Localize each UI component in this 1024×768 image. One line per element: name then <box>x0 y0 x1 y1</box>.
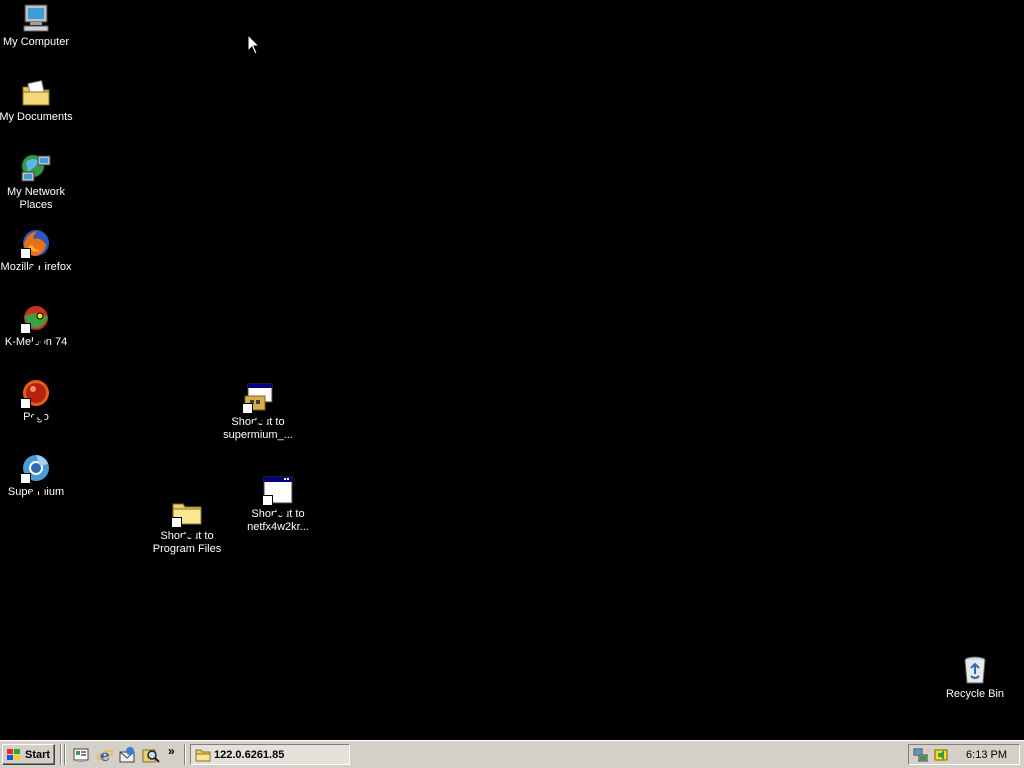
start-button[interactable]: Start <box>2 744 55 765</box>
shortcut-arrow-icon <box>242 403 267 431</box>
taskbar-window-label: 122.0.6261.85 <box>214 748 285 761</box>
desktop-icon-supermium[interactable]: Supermium <box>0 452 74 501</box>
taskbar-separator <box>60 744 62 765</box>
network-places-icon <box>20 152 52 184</box>
desktop-icon-k-meleon[interactable]: K-Meleon 74 <box>0 302 74 351</box>
taskbar-window-button[interactable]: 122.0.6261.85 <box>190 744 350 765</box>
shortcut-arrow-icon <box>262 495 287 523</box>
shortcut-arrow-icon <box>20 248 45 276</box>
my-computer-icon <box>20 2 52 34</box>
desktop-icon-shortcut-program-files[interactable]: Shortcut to Program Files <box>149 496 225 556</box>
desktop-icon-label: My Network Places <box>6 186 66 211</box>
desktop-icon-my-computer[interactable]: My Computer <box>0 2 74 49</box>
desktop[interactable]: My Computer My Documents My Network Plac… <box>0 0 1024 740</box>
window-app-icon <box>262 474 294 523</box>
windows-logo-icon <box>7 748 20 760</box>
firefox-icon <box>20 227 52 276</box>
desktop-icon-network-places[interactable]: My Network Places <box>0 152 74 212</box>
show-desktop-icon[interactable] <box>72 746 90 764</box>
desktop-icon-label: My Computer <box>2 36 70 48</box>
search-icon[interactable] <box>142 746 160 764</box>
desktop-icon-recycle-bin[interactable]: Recycle Bin <box>937 654 1013 701</box>
shortcut-arrow-icon <box>20 473 45 501</box>
my-documents-icon <box>20 77 52 109</box>
desktop-icon-firefox[interactable]: Mozilla Firefox <box>0 227 74 276</box>
folder-icon <box>171 496 203 545</box>
desktop-icon-pego[interactable]: Pego <box>0 377 74 426</box>
desktop-icon-label: Recycle Bin <box>945 688 1005 700</box>
pego-icon <box>20 377 52 426</box>
internet-explorer-icon[interactable]: e <box>96 746 114 764</box>
shortcut-arrow-icon <box>20 398 45 426</box>
taskbar-separator <box>64 744 66 765</box>
volume-tray-icon[interactable] <box>933 747 949 763</box>
taskbar: Start e » 122.0.6261.85 6:13 PM <box>0 740 1024 768</box>
k-meleon-icon <box>20 302 52 351</box>
taskbar-separator <box>184 744 186 765</box>
start-label: Start <box>25 748 51 761</box>
recycle-bin-icon <box>959 654 991 686</box>
svg-text:e: e <box>100 746 110 764</box>
supermium-icon <box>20 452 52 501</box>
network-tray-icon[interactable] <box>913 747 929 763</box>
folder-icon <box>195 749 211 761</box>
mouse-cursor-icon <box>247 34 261 55</box>
quick-launch-more-button[interactable]: » <box>168 744 175 758</box>
desktop-icon-shortcut-supermium-installer[interactable]: Shortcut to supermium_... <box>220 382 296 442</box>
installer-icon <box>242 382 274 431</box>
shortcut-arrow-icon <box>171 517 196 545</box>
desktop-icon-label: My Documents <box>0 111 73 123</box>
desktop-icon-shortcut-netfx[interactable]: Shortcut to netfx4w2kr... <box>240 474 316 534</box>
shortcut-arrow-icon <box>20 323 45 351</box>
desktop-icon-my-documents[interactable]: My Documents <box>0 77 74 124</box>
outlook-express-icon[interactable] <box>118 746 136 764</box>
taskbar-clock[interactable]: 6:13 PM <box>966 749 1007 761</box>
system-tray: 6:13 PM <box>908 744 1020 765</box>
